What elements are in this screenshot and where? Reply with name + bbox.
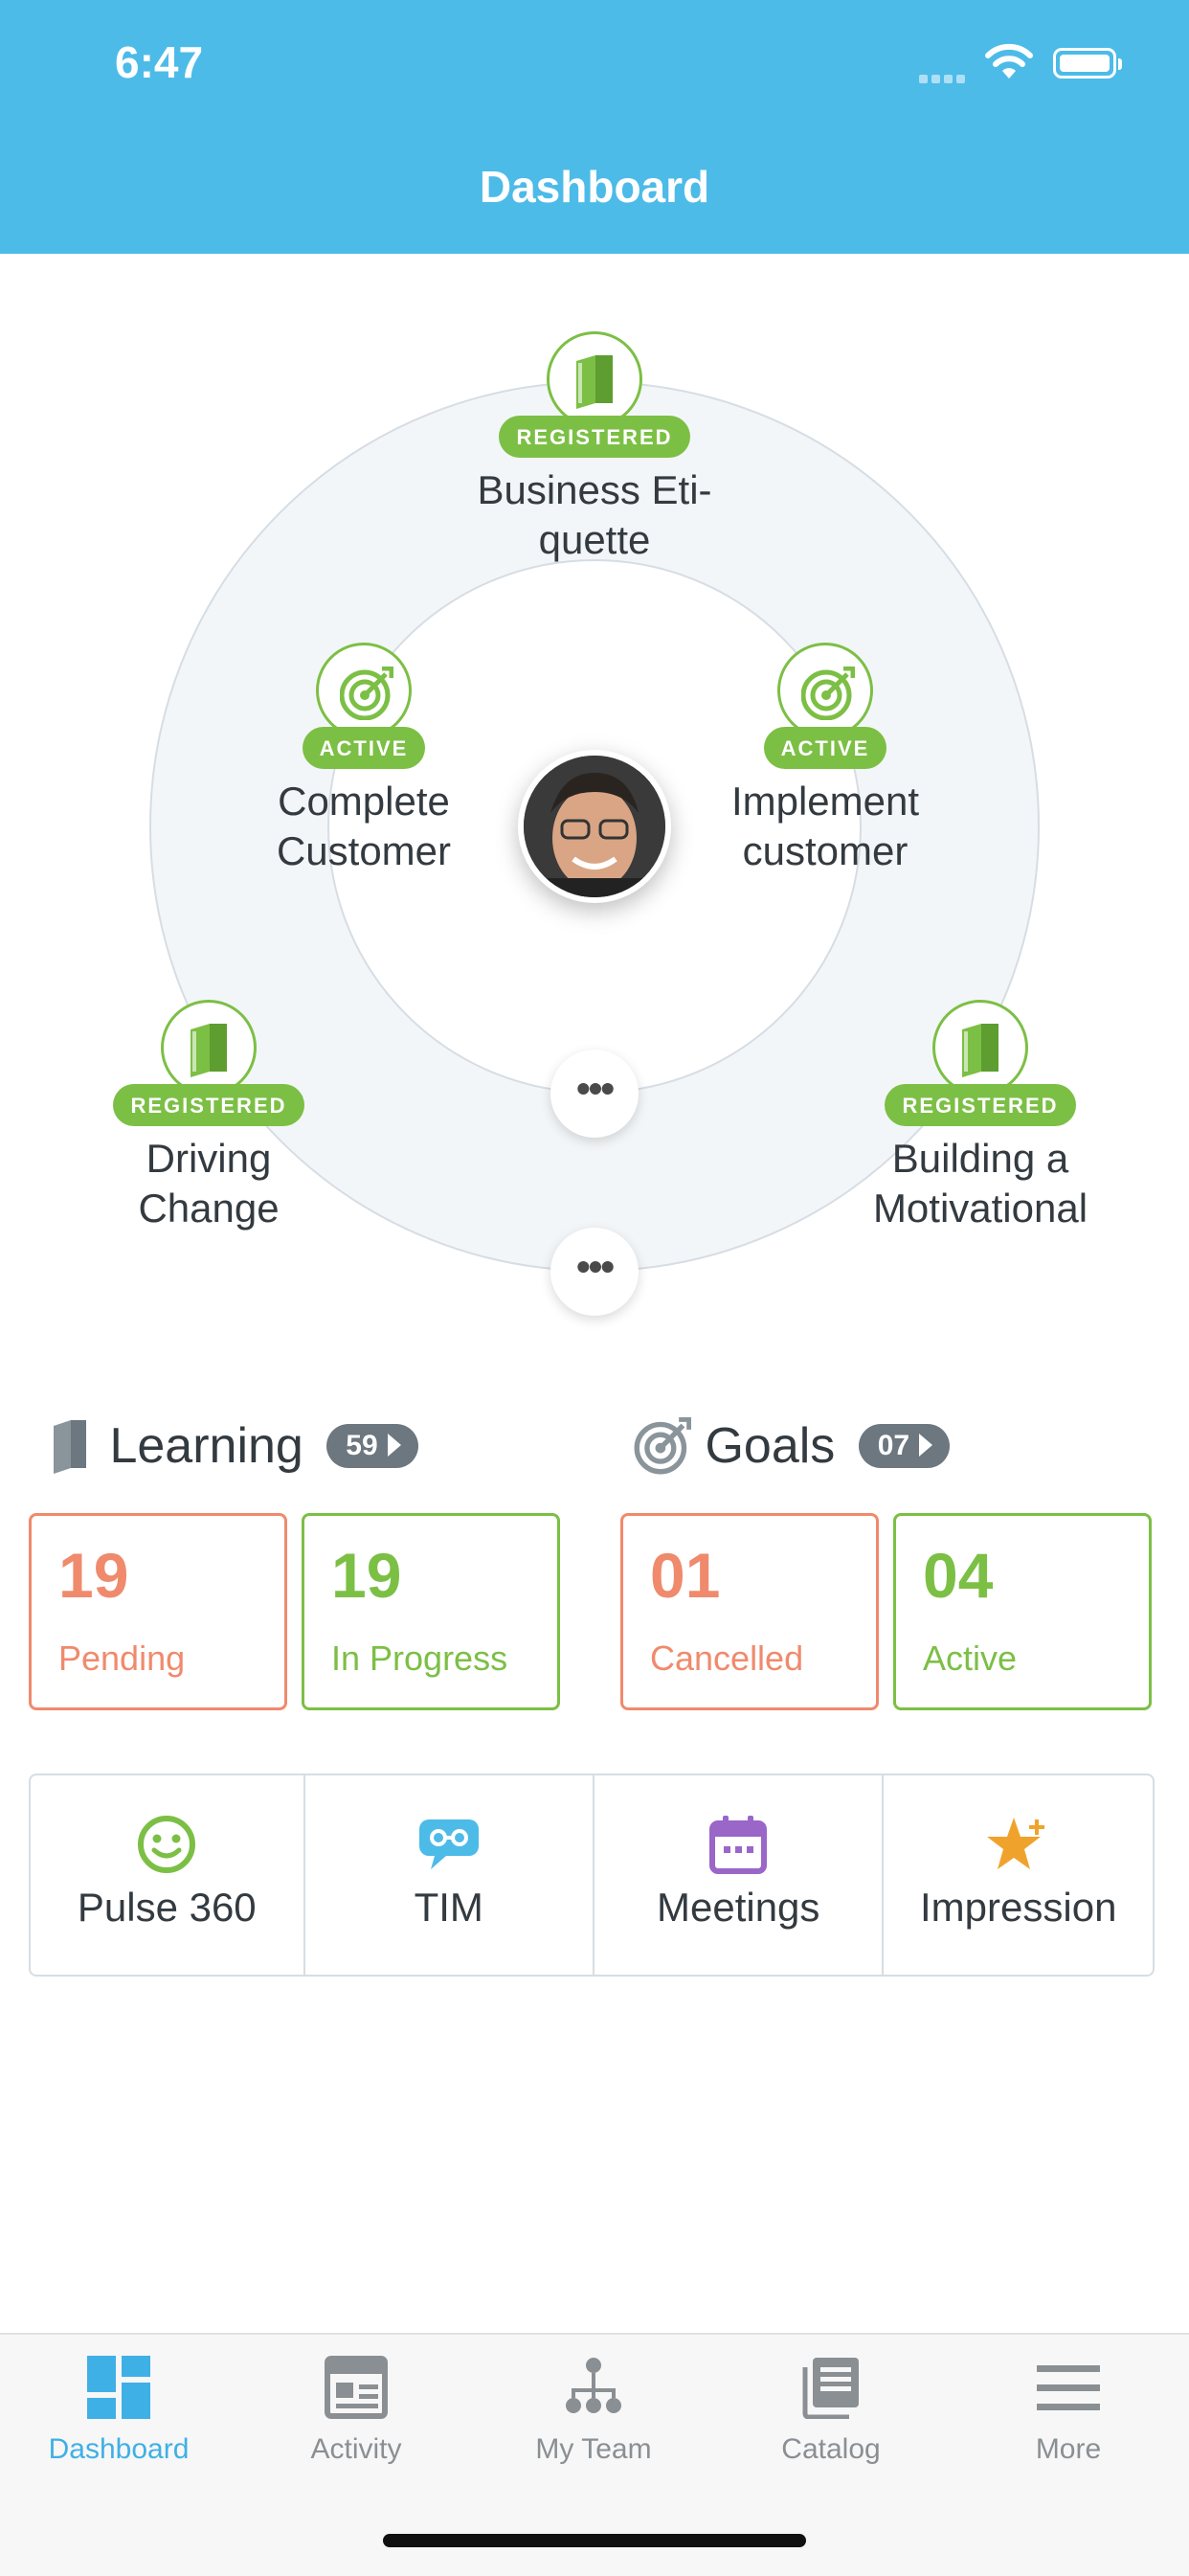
node-title-line2: Change	[138, 1186, 280, 1231]
calendar-icon	[594, 1814, 882, 1877]
battery-icon	[1053, 48, 1122, 79]
stat-value: 19	[331, 1540, 402, 1611]
stat-caption: In Progress	[331, 1638, 508, 1678]
stat-caption: Cancelled	[650, 1638, 804, 1678]
goals-count-button[interactable]: 07	[858, 1424, 951, 1468]
book-icon	[161, 1000, 257, 1096]
goals-header: Goals 07	[634, 1416, 951, 1494]
learning-pending-card[interactable]: 19 Pending	[29, 1513, 287, 1710]
orbit-node-business-etiquette[interactable]: REGISTERED Business Eti- quette	[451, 331, 738, 565]
team-icon	[566, 2358, 621, 2413]
header-bar: 6:47 Dashboard	[0, 0, 1189, 254]
target-icon	[777, 643, 873, 738]
stat-value: 01	[650, 1540, 721, 1611]
status-time: 6:47	[115, 37, 204, 87]
node-title-line2: quette	[538, 517, 651, 562]
catalog-icon	[802, 2358, 859, 2420]
stat-caption: Active	[923, 1638, 1018, 1678]
inner-more-button[interactable]: •••	[550, 1050, 639, 1138]
page-title: Dashboard	[479, 162, 710, 212]
node-title-line1: Business Eti-	[477, 467, 712, 512]
chevron-right-icon	[387, 1434, 401, 1457]
status-badge: REGISTERED	[499, 416, 690, 458]
learning-book-icon	[54, 1420, 86, 1474]
home-indicator[interactable]	[383, 2534, 806, 2547]
node-title-line2: Customer	[276, 828, 452, 873]
node-title-line1: Driving	[146, 1136, 272, 1181]
tab-label: Dashboard	[48, 2433, 190, 2465]
smiley-icon	[31, 1814, 303, 1877]
node-title-line1: Implement	[730, 779, 920, 824]
avatar[interactable]	[518, 750, 671, 903]
status-badge: REGISTERED	[885, 1084, 1076, 1126]
goals-target-icon	[634, 1416, 692, 1475]
book-icon	[547, 331, 642, 427]
orbit-node-implement-customer[interactable]: ACTIVE Implement customer	[682, 643, 969, 876]
goals-label: Goals	[705, 1418, 836, 1474]
stat-value: 04	[923, 1540, 994, 1611]
learning-count: 59	[346, 1430, 378, 1461]
tool-label: Meetings	[657, 1885, 820, 1930]
orbit-node-complete-customer[interactable]: ACTIVE Complete Customer	[220, 643, 507, 876]
chevron-right-icon	[919, 1434, 933, 1457]
node-title-line1: Building a	[891, 1136, 1069, 1181]
tab-dashboard[interactable]: Dashboard	[0, 2356, 237, 2466]
node-title-line1: Complete	[278, 779, 450, 824]
tab-label: Activity	[310, 2433, 402, 2465]
tab-catalog[interactable]: Catalog	[712, 2356, 950, 2466]
status-badge: ACTIVE	[302, 727, 426, 769]
wifi-icon	[984, 42, 1034, 85]
learning-in-progress-card[interactable]: 19 In Progress	[302, 1513, 560, 1710]
target-icon	[316, 643, 412, 738]
learning-count-button[interactable]: 59	[326, 1424, 418, 1468]
pulse-360-button[interactable]: Pulse 360	[31, 1775, 305, 1975]
orbit-node-building-motivational[interactable]: REGISTERED Building a Motivational	[837, 1000, 1124, 1233]
goals-active-card[interactable]: 04 Active	[893, 1513, 1152, 1710]
signal-icon	[919, 71, 969, 83]
learning-header: Learning 59	[50, 1417, 418, 1494]
tab-activity[interactable]: Activity	[237, 2356, 475, 2466]
stat-value: 19	[58, 1540, 129, 1611]
tools-row: Pulse 360 TIM Meetings Impression	[29, 1774, 1155, 1977]
impression-button[interactable]: Impression	[884, 1775, 1153, 1975]
node-title-line2: customer	[742, 828, 909, 873]
activity-icon	[325, 2356, 388, 2419]
tab-my-team[interactable]: My Team	[475, 2356, 712, 2466]
status-badge: REGISTERED	[113, 1084, 304, 1126]
node-title-line2: Motivational	[872, 1186, 1088, 1231]
menu-icon	[1037, 2365, 1100, 2410]
book-icon	[932, 1000, 1028, 1096]
learning-label: Learning	[109, 1418, 303, 1474]
outer-more-button[interactable]: •••	[550, 1228, 639, 1316]
goals-count: 07	[877, 1430, 910, 1461]
tab-label: My Team	[535, 2433, 652, 2465]
tim-button[interactable]: TIM	[305, 1775, 594, 1975]
chat-glasses-icon	[305, 1814, 593, 1877]
status-badge: ACTIVE	[763, 727, 887, 769]
tool-label: Pulse 360	[77, 1885, 257, 1930]
dashboard-icon	[87, 2356, 150, 2419]
meetings-button[interactable]: Meetings	[594, 1775, 885, 1975]
tool-label: TIM	[414, 1885, 483, 1930]
star-plus-icon	[884, 1814, 1153, 1877]
stat-caption: Pending	[58, 1638, 186, 1678]
tab-label: More	[1035, 2433, 1102, 2465]
goals-cancelled-card[interactable]: 01 Cancelled	[620, 1513, 879, 1710]
tab-more[interactable]: More	[950, 2356, 1187, 2466]
orbit-node-driving-change[interactable]: REGISTERED Driving Change	[65, 1000, 352, 1233]
tab-label: Catalog	[781, 2433, 881, 2465]
tool-label: Impression	[920, 1885, 1117, 1930]
